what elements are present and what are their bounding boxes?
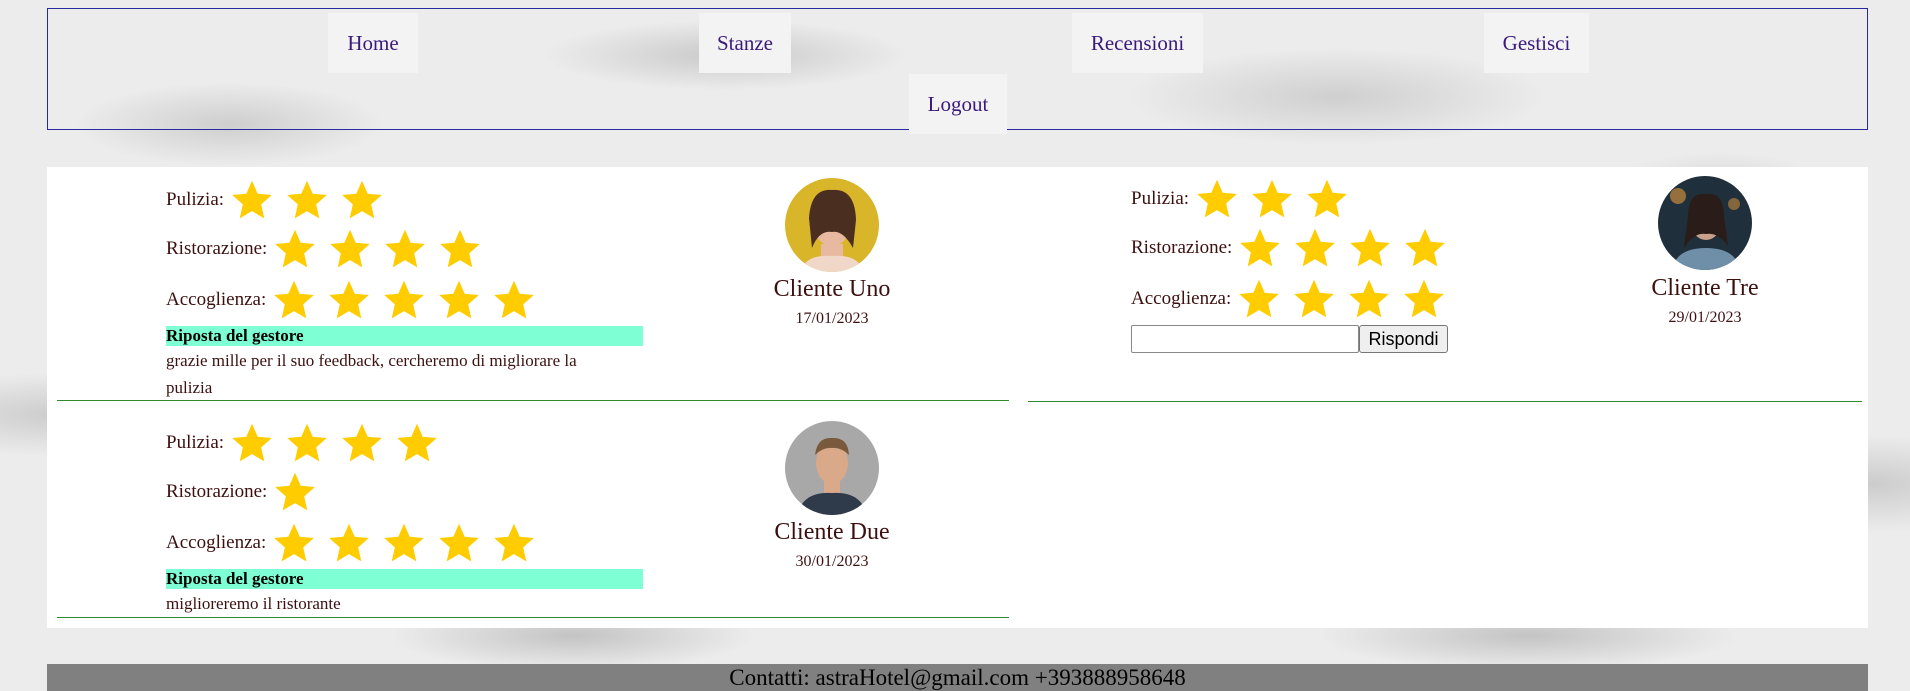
avatar [785, 178, 879, 272]
star-icon [383, 227, 427, 271]
rating-row-pulizia: Pulizia: [1131, 177, 1360, 221]
star-icon [340, 178, 384, 222]
star-icon [230, 421, 274, 465]
rating-row-accoglienza: Accoglienza: [166, 521, 547, 565]
avatar [1658, 176, 1752, 270]
client-name: Cliente Tre [1651, 275, 1759, 301]
rating-label: Ristorazione: [166, 238, 268, 259]
avatar [785, 421, 879, 515]
star-icon [395, 421, 439, 465]
reply-button[interactable]: Rispondi [1359, 325, 1448, 353]
star-icon [492, 521, 536, 565]
star-rating [273, 470, 328, 514]
star-icon [327, 521, 371, 565]
star-rating [272, 521, 547, 565]
star-icon [327, 278, 371, 322]
review-date: 30/01/2023 [795, 553, 869, 570]
star-icon [1195, 177, 1239, 221]
rating-label: Accoglienza: [1131, 288, 1232, 309]
rating-row-accoglienza: Accoglienza: [1131, 277, 1457, 321]
rating-label: Pulizia: [166, 432, 225, 453]
nav-recensioni-link[interactable]: Recensioni [1072, 13, 1203, 73]
star-icon [1348, 226, 1392, 270]
manager-reply-heading: Riposta del gestore [166, 569, 643, 589]
top-navigation: Home Stanze Recensioni Gestisci Logout [47, 8, 1868, 134]
star-icon [1305, 177, 1349, 221]
nav-stanze-link[interactable]: Stanze [699, 13, 791, 73]
manager-reply-heading: Riposta del gestore [166, 326, 643, 346]
review-divider [57, 400, 1009, 401]
star-icon [1292, 277, 1336, 321]
star-icon [272, 278, 316, 322]
star-icon [1250, 177, 1294, 221]
star-icon [1403, 226, 1447, 270]
rating-label: Accoglienza: [166, 532, 267, 553]
star-icon [340, 421, 384, 465]
star-icon [1293, 226, 1337, 270]
star-icon [382, 521, 426, 565]
star-rating [1238, 226, 1458, 270]
rating-row-pulizia: Pulizia: [166, 421, 450, 465]
star-rating [1195, 177, 1360, 221]
reviews-panel: Pulizia: Ristorazione: Accoglienza: Ripo… [47, 167, 1868, 628]
star-rating [273, 227, 493, 271]
star-icon [382, 278, 426, 322]
client-uno-avatar-image [785, 178, 879, 272]
rating-row-ristorazione: Ristorazione: [1131, 226, 1458, 270]
nav-home-link[interactable]: Home [328, 13, 418, 73]
nav-gestisci-link[interactable]: Gestisci [1484, 13, 1589, 73]
nav-logout-link[interactable]: Logout [909, 74, 1007, 134]
star-icon [272, 521, 316, 565]
review-divider [57, 617, 1009, 618]
star-icon [437, 521, 481, 565]
star-icon [437, 278, 481, 322]
rating-label: Ristorazione: [166, 481, 268, 502]
star-icon [285, 178, 329, 222]
star-icon [328, 227, 372, 271]
rating-row-ristorazione: Ristorazione: [166, 470, 328, 514]
star-icon [273, 227, 317, 271]
star-icon [1402, 277, 1446, 321]
star-icon [1237, 277, 1281, 321]
rating-label: Pulizia: [166, 189, 225, 210]
rating-row-accoglienza: Accoglienza: [166, 278, 547, 322]
review-date: 29/01/2023 [1668, 309, 1742, 326]
rating-label: Accoglienza: [166, 289, 267, 310]
star-icon [285, 421, 329, 465]
rating-row-ristorazione: Ristorazione: [166, 227, 493, 271]
client-tre-avatar-image [1658, 176, 1752, 270]
star-icon [273, 470, 317, 514]
footer-contacts: Contatti: astraHotel@gmail.com +39388895… [47, 664, 1868, 691]
rating-label: Pulizia: [1131, 188, 1190, 209]
star-icon [1347, 277, 1391, 321]
review-date: 17/01/2023 [795, 310, 869, 327]
star-icon [230, 178, 274, 222]
star-rating [1237, 277, 1457, 321]
manager-reply-text: miglioreremo il ristorante [166, 594, 341, 613]
manager-reply-text: grazie mille per il suo feedback, cerche… [166, 351, 577, 397]
star-rating [272, 278, 547, 322]
star-icon [438, 227, 482, 271]
client-due-avatar-image [785, 421, 879, 515]
client-name: Cliente Due [774, 519, 890, 545]
star-rating [230, 421, 450, 465]
client-name: Cliente Uno [773, 276, 891, 302]
rating-label: Ristorazione: [1131, 237, 1233, 258]
star-icon [492, 278, 536, 322]
review-divider [1028, 401, 1862, 402]
reply-input[interactable] [1131, 325, 1359, 353]
star-icon [1238, 226, 1282, 270]
star-rating [230, 178, 395, 222]
rating-row-pulizia: Pulizia: [166, 178, 395, 222]
